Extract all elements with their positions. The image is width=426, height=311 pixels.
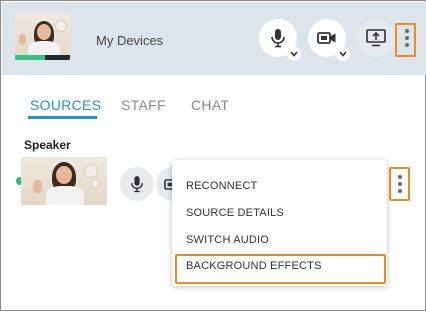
header-more-highlight — [395, 23, 416, 57]
active-tab-indicator — [28, 116, 97, 119]
speaker-section-label: Speaker — [24, 138, 71, 152]
screen-share-icon — [366, 29, 386, 47]
video-camera-icon — [317, 32, 336, 44]
speaker-microphone-button[interactable] — [120, 167, 154, 201]
page-title: My Devices — [96, 33, 164, 48]
camera-dropdown-button[interactable] — [336, 47, 350, 61]
audio-level-bar — [15, 55, 70, 60]
menu-item-switch-audio[interactable]: SWITCH AUDIO — [186, 234, 269, 246]
self-video-thumbnail[interactable] — [15, 14, 70, 60]
chevron-down-icon — [290, 51, 298, 57]
tab-staff[interactable]: STAFF — [121, 97, 166, 113]
screen-share-button[interactable] — [357, 19, 395, 57]
speaker-video-thumbnail[interactable] — [21, 157, 107, 205]
tab-sources[interactable]: SOURCES — [30, 97, 101, 113]
devices-header: My Devices — [2, 2, 426, 75]
background-effects-highlight — [175, 254, 386, 284]
microphone-dropdown-button[interactable] — [287, 47, 301, 61]
menu-item-reconnect[interactable]: RECONNECT — [186, 180, 257, 192]
camera-toggle-button[interactable] — [308, 19, 350, 61]
microphone-icon — [131, 176, 143, 193]
microphone-icon — [271, 29, 285, 48]
menu-item-source-details[interactable]: SOURCE DETAILS — [186, 207, 284, 219]
tab-chat[interactable]: CHAT — [191, 97, 229, 113]
source-more-highlight — [389, 167, 410, 201]
app-frame: My Devices SOURCES STAFF CHAT Speaker RE… — [0, 0, 426, 311]
chevron-down-icon — [339, 51, 347, 57]
microphone-toggle-button[interactable] — [259, 19, 301, 61]
